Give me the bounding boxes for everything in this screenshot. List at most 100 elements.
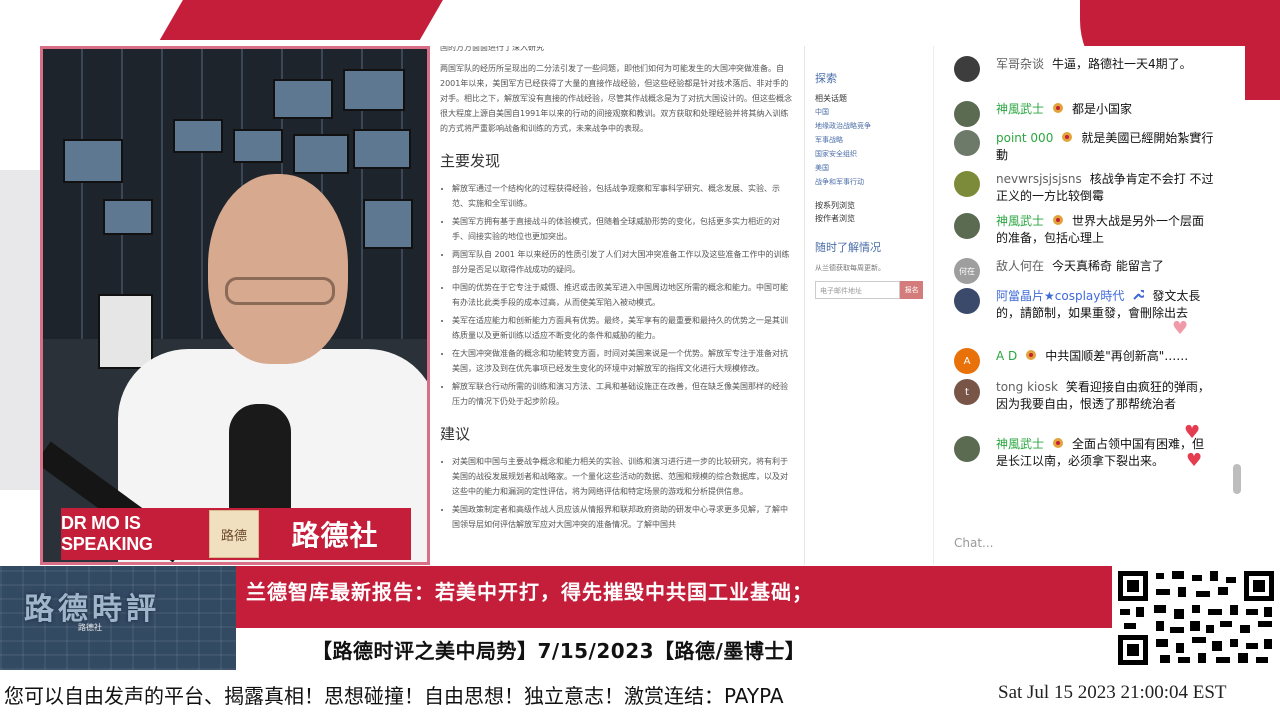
updates-description: 从兰德获取每周更新。 <box>815 264 885 272</box>
heart-reaction-icon: ♥ <box>1184 422 1201 443</box>
chat-message: 神風武士 世界大战是另外一个层面的准备，包括心理上 <box>954 213 1214 247</box>
avatar: t <box>954 379 980 405</box>
chat-message: A A D 中共国顺差"再创新高"…… <box>954 348 1214 374</box>
message-text: 今天真稀奇 能留言了 <box>1052 259 1164 273</box>
member-badge-icon <box>1052 214 1064 226</box>
related-topics-label: 相关话题 <box>815 94 847 103</box>
chat-scrollbar[interactable] <box>1233 464 1241 494</box>
avatar <box>954 288 980 314</box>
avatar <box>954 56 980 82</box>
list-item: 解放军联合行动所需的训练和演习方法、工具和基础设施正在改善，但在缺乏像美国那样的… <box>452 379 794 409</box>
recommendations-list: 对美国和中国与主要战争概念和能力相关的实验、训练和演习进行进一步的比较研究，将有… <box>452 454 794 532</box>
author-name[interactable]: tong kiosk <box>996 380 1058 394</box>
author-name[interactable]: 军哥杂谈 <box>996 57 1044 71</box>
chat-message: point 000 就是美國已經開始紮實行動 <box>954 130 1214 164</box>
author-name[interactable]: 神風武士 <box>996 102 1044 116</box>
message-text: 都是小国家 <box>1072 102 1133 116</box>
list-item: 在大国冲突做准备的概念和功能转变方面，时间对美国来说是一个优势。解放军专注于准备… <box>452 346 794 376</box>
article-intro: 两国军队的经历所呈现出的二分法引发了一些问题，即他们如何为可能发生的大国冲突做准… <box>440 64 792 133</box>
browse-author-link[interactable]: 按作者浏览 <box>815 212 923 225</box>
chat-message: nevwrsjsjsjsns 核战争肯定不会打 不过正义的一方比较倒霉 <box>954 171 1214 205</box>
explore-title: 探索 <box>815 72 837 85</box>
speaker-name-badge: DR MO IS SPEAKING 路德 路德社 <box>61 508 411 560</box>
email-field[interactable]: 电子邮件地址 <box>815 281 901 299</box>
host-head <box>208 174 348 364</box>
background-decoration <box>159 0 461 40</box>
member-badge-icon <box>1025 349 1037 361</box>
chat-message: 神風武士 都是小国家 <box>954 101 1214 127</box>
chat-message: t tong kiosk 笑看迎接自由疯狂的弹雨，因为我要自由，恨透了那帮统治者 <box>954 379 1214 413</box>
avatar <box>954 130 980 156</box>
list-item: 美国政策制定者和高级作战人员应该从情报界和联邦政府资助的研发中心寻求更多见解，了… <box>452 502 794 532</box>
subline-text: 【路德时评之美中局势】7/15/2023【路德/墨博士】 <box>312 639 806 663</box>
message-content: nevwrsjsjsjsns 核战争肯定不会打 不过正义的一方比较倒霉 <box>996 171 1214 205</box>
show-brand-block: 路德時評 路德社 <box>0 566 236 670</box>
member-badge-icon <box>1052 102 1064 114</box>
browse-series-link[interactable]: 按系列浏览 <box>815 199 923 212</box>
message-content: 阿當晶片★cosplay時代 發文太長的，請節制，如果重發，會刪除出去 <box>996 288 1214 322</box>
message-content: 神風武士 全面占领中国有困难，但是长江以南，必须拿下裂出来。 <box>996 436 1214 470</box>
heart-reaction-icon: ♥ <box>1172 318 1189 339</box>
message-content: 神風武士 都是小国家 <box>996 101 1132 127</box>
author-name[interactable]: 神風武士 <box>996 214 1044 228</box>
avatar: 何在 <box>954 258 980 284</box>
ticker-text: 您可以自由发声的平台、揭露真相！思想碰撞！自由思想！独立意志！激赏连结：PAYP… <box>4 684 784 708</box>
avatar <box>954 101 980 127</box>
topic-link[interactable]: 军事战略 <box>815 133 923 147</box>
chat-message: 阿當晶片★cosplay時代 發文太長的，請節制，如果重發，會刪除出去 <box>954 288 1214 322</box>
author-name[interactable]: 神風武士 <box>996 437 1044 451</box>
email-signup: 电子邮件地址 报名 <box>815 281 923 299</box>
author-name[interactable]: 敌人何在 <box>996 259 1044 273</box>
chat-message: 神風武士 全面占领中国有困难，但是长江以南，必须拿下裂出来。 <box>954 436 1214 470</box>
signup-button[interactable]: 报名 <box>900 281 923 299</box>
live-chat-panel: 军哥杂谈 牛逼，路德社一天4期了。 神風武士 都是小国家 point 000 就是美國… <box>933 46 1245 565</box>
member-badge-icon <box>1052 437 1064 449</box>
author-name[interactable]: A D <box>996 349 1017 363</box>
heart-reaction-icon: ♥ <box>1186 450 1203 471</box>
findings-list: 解放军通过一个结构化的过程获得经验，包括战争观察和军事科学研究、概念发展、实验、… <box>452 181 794 409</box>
list-item: 两国军队自 2001 年以来经历的性质引发了人们对大国冲突准备工作以及这些准备工… <box>452 247 794 277</box>
message-content: A D 中共国顺差"再创新高"…… <box>996 348 1188 374</box>
avatar <box>954 213 980 239</box>
topic-link[interactable]: 国家安全组织 <box>815 147 923 161</box>
message-content: tong kiosk 笑看迎接自由疯狂的弹雨，因为我要自由，恨透了那帮统治者 <box>996 379 1214 413</box>
message-content: 敌人何在 今天真稀奇 能留言了 <box>996 258 1164 284</box>
message-text: 牛逼，路德社一天4期了。 <box>1052 57 1192 71</box>
list-item: 美军在适应能力和创新能力方面具有优势。最终，美军享有的最重要和最持久的优势之一是… <box>452 313 794 343</box>
topic-link[interactable]: 战争和军事行动 <box>815 175 923 189</box>
show-name: 路德社 <box>291 519 379 552</box>
chat-input[interactable]: Chat... <box>954 536 994 550</box>
chat-message: 何在 敌人何在 今天真稀奇 能留言了 <box>954 258 1214 284</box>
updates-title: 随时了解情况 <box>815 241 881 254</box>
host-glasses <box>225 277 335 305</box>
findings-heading: 主要发现 <box>440 152 501 170</box>
message-content: point 000 就是美國已經開始紮實行動 <box>996 130 1214 164</box>
topic-link[interactable]: 美国 <box>815 161 923 175</box>
headline-text: 兰德智库最新报告：若美中开打，得先摧毁中共国工业基础； <box>246 580 813 604</box>
author-name[interactable]: 阿當晶片★cosplay時代 <box>996 289 1124 303</box>
stream-frame: DR MO IS SPEAKING 路德 路德社 国的方方面面进行了深入研究 两… <box>0 0 1280 720</box>
list-item: 对美国和中国与主要战争概念和能力相关的实验、训练和演习进行进一步的比较研究，将有… <box>452 454 794 499</box>
moderator-wrench-icon <box>1132 289 1147 301</box>
background-decoration <box>0 170 40 490</box>
avatar: A <box>954 348 980 374</box>
author-name[interactable]: nevwrsjsjsjsns <box>996 172 1082 186</box>
article-panel: 国的方方面面进行了深入研究 两国军队的经历所呈现出的二分法引发了一些问题，即他们… <box>430 46 805 565</box>
article-sidebar: 探索 相关话题 中国 地缘政治战略竞争 军事战略 国家安全组织 美国 战争和军事… <box>805 46 933 565</box>
article-top-fragment: 国的方方面面进行了深入研究 <box>440 46 544 52</box>
chat-message: 军哥杂谈 牛逼，路德社一天4期了。 <box>954 56 1214 82</box>
avatar <box>954 436 980 462</box>
date-time-stamp: Sat Jul 15 2023 21:00:04 EST <box>998 682 1227 703</box>
qr-code <box>1112 566 1280 670</box>
message-text: 中共国顺差"再创新高"…… <box>1045 349 1189 363</box>
badge-logo: 路德 <box>209 510 259 558</box>
list-item: 解放军通过一个结构化的过程获得经验，包括战争观察和军事科学研究、概念发展、实验、… <box>452 181 794 211</box>
recommendations-heading: 建议 <box>440 425 471 443</box>
brand-subtitle: 路德社 <box>78 623 102 632</box>
member-badge-icon <box>1061 131 1073 143</box>
author-name[interactable]: point 000 <box>996 131 1053 145</box>
topic-link[interactable]: 地缘政治战略竞争 <box>815 119 923 133</box>
topic-link[interactable]: 中国 <box>815 105 923 119</box>
list-item: 中国的优势在于它专注于威慑、推迟或击败美军进入中国周边地区所需的概念和能力。中国… <box>452 280 794 310</box>
host-camera-feed: DR MO IS SPEAKING 路德 路德社 <box>40 46 430 565</box>
